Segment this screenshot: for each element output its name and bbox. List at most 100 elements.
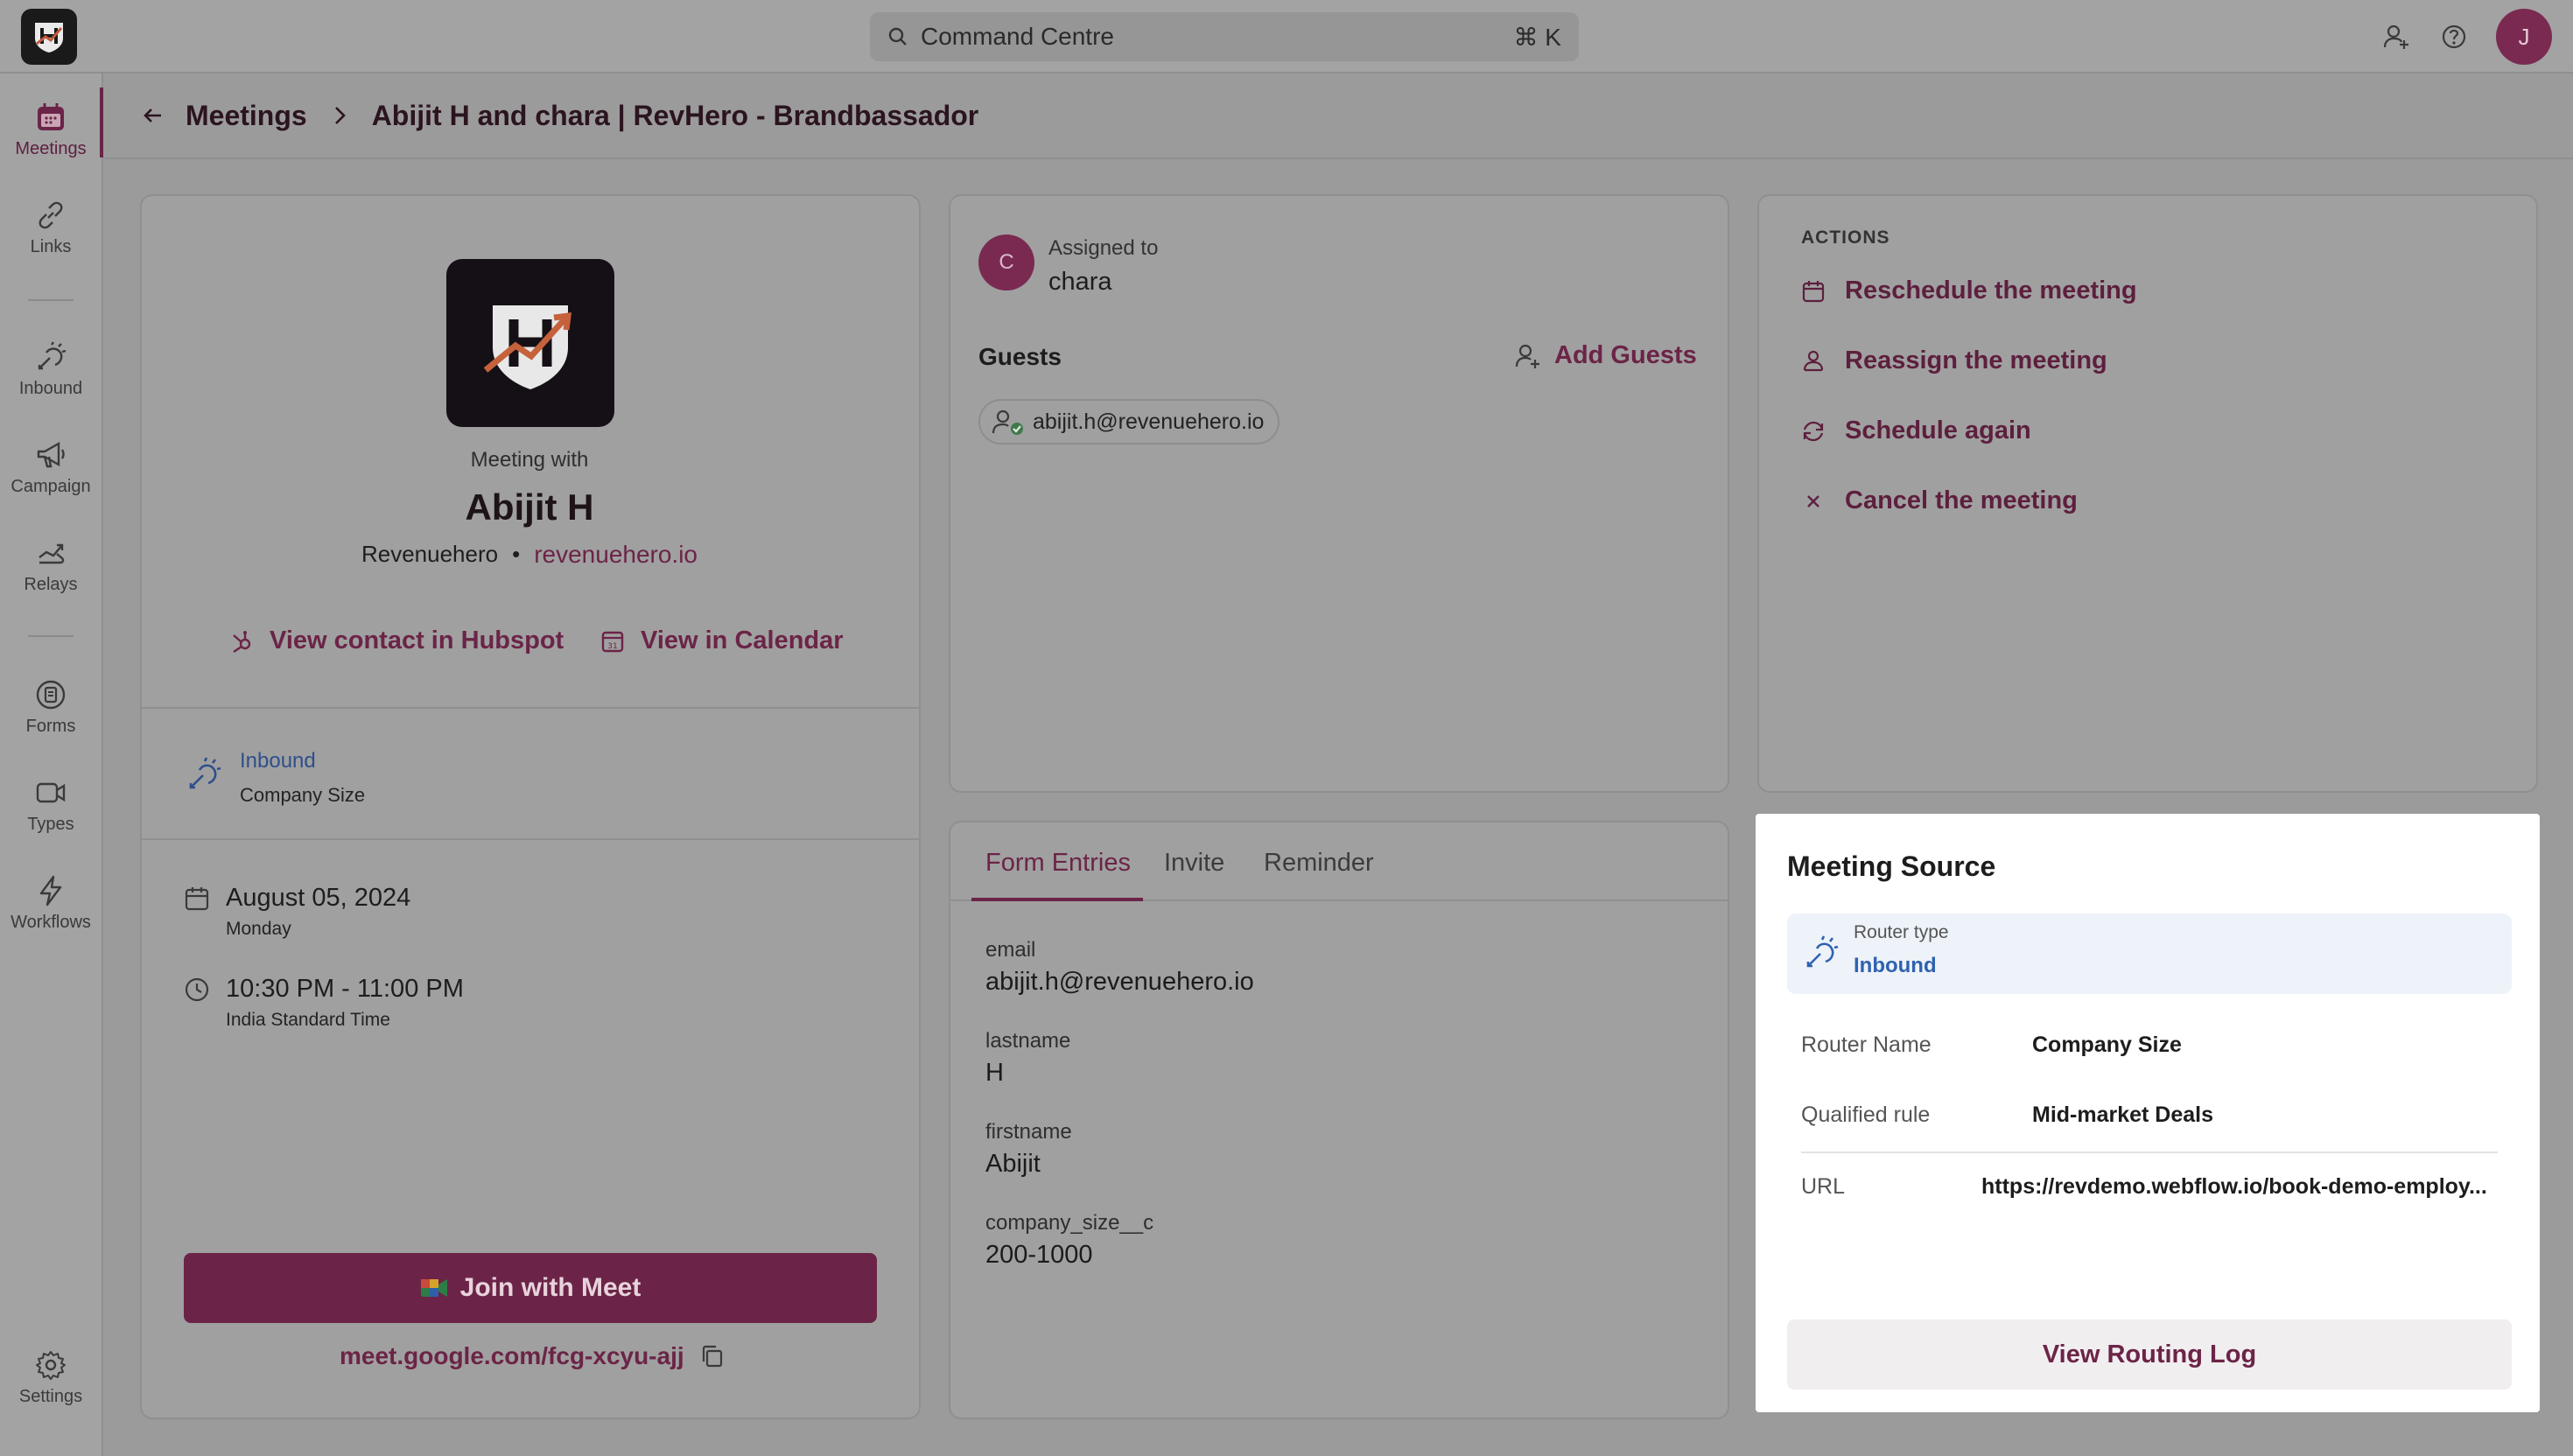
- meeting-time: 10:30 PM - 11:00 PM: [226, 975, 464, 1003]
- sidebar-item-meetings[interactable]: Meetings: [0, 88, 103, 172]
- contact-company-row: Revenuehero • revenuehero.io: [142, 541, 917, 569]
- back-arrow-icon[interactable]: [140, 102, 166, 129]
- join-meet-button[interactable]: Join with Meet: [184, 1253, 877, 1323]
- meeting-weekday: Monday: [226, 919, 291, 939]
- shortcut-hint: ⌘ K: [1513, 23, 1561, 51]
- sidebar-item-workflows[interactable]: Workflows: [0, 861, 102, 945]
- add-guests-button[interactable]: Add Guests: [1514, 341, 1697, 370]
- source-url[interactable]: https://revdemo.webflow.io/book-demo-emp…: [1981, 1174, 2501, 1200]
- view-calendar-label: View in Calendar: [641, 626, 844, 654]
- calendar-icon: 31: [601, 631, 624, 652]
- revhero-logo-icon: [483, 305, 572, 389]
- action-label: Reschedule the meeting: [1845, 276, 2137, 304]
- assignee-name: chara: [1048, 268, 1112, 296]
- source-name: Company Size: [240, 784, 366, 806]
- close-icon: [1807, 494, 1819, 508]
- refresh-icon: [1803, 421, 1824, 441]
- entry-value: H: [985, 1059, 1004, 1087]
- chevron-right-icon: [334, 107, 346, 124]
- form-icon: [36, 680, 66, 709]
- router-type-label: Router type: [1854, 922, 1949, 942]
- router-name-label: Router Name: [1801, 1032, 1932, 1057]
- tab-invite[interactable]: Invite: [1164, 849, 1224, 878]
- url-label: URL: [1801, 1174, 1846, 1199]
- sidebar-item-types[interactable]: Types: [0, 763, 102, 847]
- reassign-action[interactable]: Reassign the meeting: [1801, 346, 2107, 375]
- action-label: Schedule again: [1845, 416, 2031, 444]
- tab-form-entries[interactable]: Form Entries: [985, 849, 1131, 878]
- router-type-box: Router type Inbound: [1787, 914, 2512, 994]
- view-hubspot-link[interactable]: View contact in Hubspot: [229, 626, 564, 655]
- sidebar-item-label: Relays: [24, 574, 78, 594]
- breadcrumb: Meetings Abijit H and chara | RevHero - …: [105, 74, 2573, 159]
- breadcrumb-meetings-link[interactable]: Meetings: [186, 100, 307, 132]
- add-guests-label: Add Guests: [1554, 341, 1697, 369]
- card-divider: [142, 838, 919, 840]
- sidebar-item-inbound[interactable]: Inbound: [0, 327, 102, 411]
- google-meet-icon: [420, 1279, 447, 1297]
- hubspot-icon: [233, 630, 251, 653]
- clock-icon: [184, 976, 210, 1003]
- cancel-action[interactable]: Cancel the meeting: [1801, 486, 2078, 515]
- video-icon: [36, 782, 66, 802]
- view-routing-log-button[interactable]: View Routing Log: [1787, 1320, 2512, 1390]
- user-swap-icon: [1803, 350, 1824, 371]
- assigned-to-label: Assigned to: [1048, 236, 1159, 260]
- router-name-value: Company Size: [2032, 1032, 2182, 1057]
- sidebar-item-label: Inbound: [18, 378, 83, 398]
- copy-icon[interactable]: [700, 1344, 725, 1368]
- link-icon: [39, 201, 63, 228]
- sidebar-item-label: Meetings: [15, 138, 87, 158]
- sidebar-item-label: Types: [27, 814, 74, 834]
- guests-heading: Guests: [978, 343, 1062, 370]
- calendar-icon: [184, 886, 210, 912]
- sidebar-item-campaign[interactable]: Campaign: [0, 425, 102, 509]
- contact-name: Abijit H: [465, 486, 594, 528]
- app-logo[interactable]: [21, 9, 77, 65]
- qualified-rule-value: Mid-market Deals: [2032, 1102, 2214, 1127]
- entry-value: 200-1000: [985, 1241, 1093, 1269]
- entry-label: firstname: [985, 1120, 1072, 1144]
- reschedule-action[interactable]: Reschedule the meeting: [1801, 276, 2137, 305]
- active-tab-indicator: [971, 898, 1143, 901]
- company-name: Revenuehero: [361, 541, 499, 567]
- schedule-again-action[interactable]: Schedule again: [1801, 416, 2031, 445]
- meet-link[interactable]: meet.google.com/fcg-xcyu-ajj: [340, 1342, 684, 1370]
- inbound-icon: [38, 340, 67, 369]
- entry-label: lastname: [985, 1029, 1071, 1053]
- help-icon[interactable]: [2440, 23, 2468, 51]
- logo-icon: [35, 23, 63, 52]
- qualified-rule-label: Qualified rule: [1801, 1102, 1931, 1127]
- entry-label: email: [985, 938, 1036, 962]
- user-avatar[interactable]: J: [2496, 9, 2552, 65]
- join-meet-label: Join with Meet: [459, 1273, 641, 1302]
- add-user-icon[interactable]: [2382, 23, 2410, 51]
- relay-icon: [39, 543, 65, 564]
- source-type-link[interactable]: Inbound: [240, 749, 316, 774]
- tab-bar: Form Entries Invite Reminder: [950, 822, 1728, 901]
- sidebar-item-forms[interactable]: Forms: [0, 665, 102, 749]
- company-domain-link[interactable]: revenuehero.io: [534, 541, 698, 569]
- svg-text:31: 31: [607, 642, 617, 651]
- entry-label: company_size__c: [985, 1211, 1154, 1235]
- guest-chip: abijit.h@revenuehero.io: [978, 399, 1280, 444]
- inbound-icon: [1803, 934, 1840, 971]
- megaphone-icon: [37, 441, 65, 467]
- source-divider: [1801, 1152, 2498, 1153]
- meeting-with-label: Meeting with: [470, 448, 589, 472]
- command-search[interactable]: Command Centre ⌘ K: [870, 12, 1579, 61]
- guest-confirmed-icon: [992, 410, 1023, 435]
- meeting-source-card: Meeting Source Router type Inbound Route…: [1756, 814, 2540, 1412]
- action-label: Cancel the meeting: [1845, 486, 2078, 514]
- actions-heading: ACTIONS: [1801, 228, 1890, 248]
- entry-value: abijit.h@revenuehero.io: [985, 968, 1254, 996]
- sidebar-item-settings[interactable]: Settings: [0, 1335, 102, 1419]
- sidebar-item-label: Settings: [18, 1386, 83, 1406]
- sidebar-item-links[interactable]: Links: [0, 186, 102, 270]
- sidebar-item-relays[interactable]: Relays: [0, 523, 102, 607]
- meeting-timezone: India Standard Time: [226, 1010, 390, 1030]
- tab-reminder[interactable]: Reminder: [1264, 849, 1374, 878]
- sidebar-divider: [28, 299, 74, 301]
- inbound-icon: [186, 756, 222, 793]
- view-calendar-link[interactable]: 31 View in Calendar: [600, 626, 844, 655]
